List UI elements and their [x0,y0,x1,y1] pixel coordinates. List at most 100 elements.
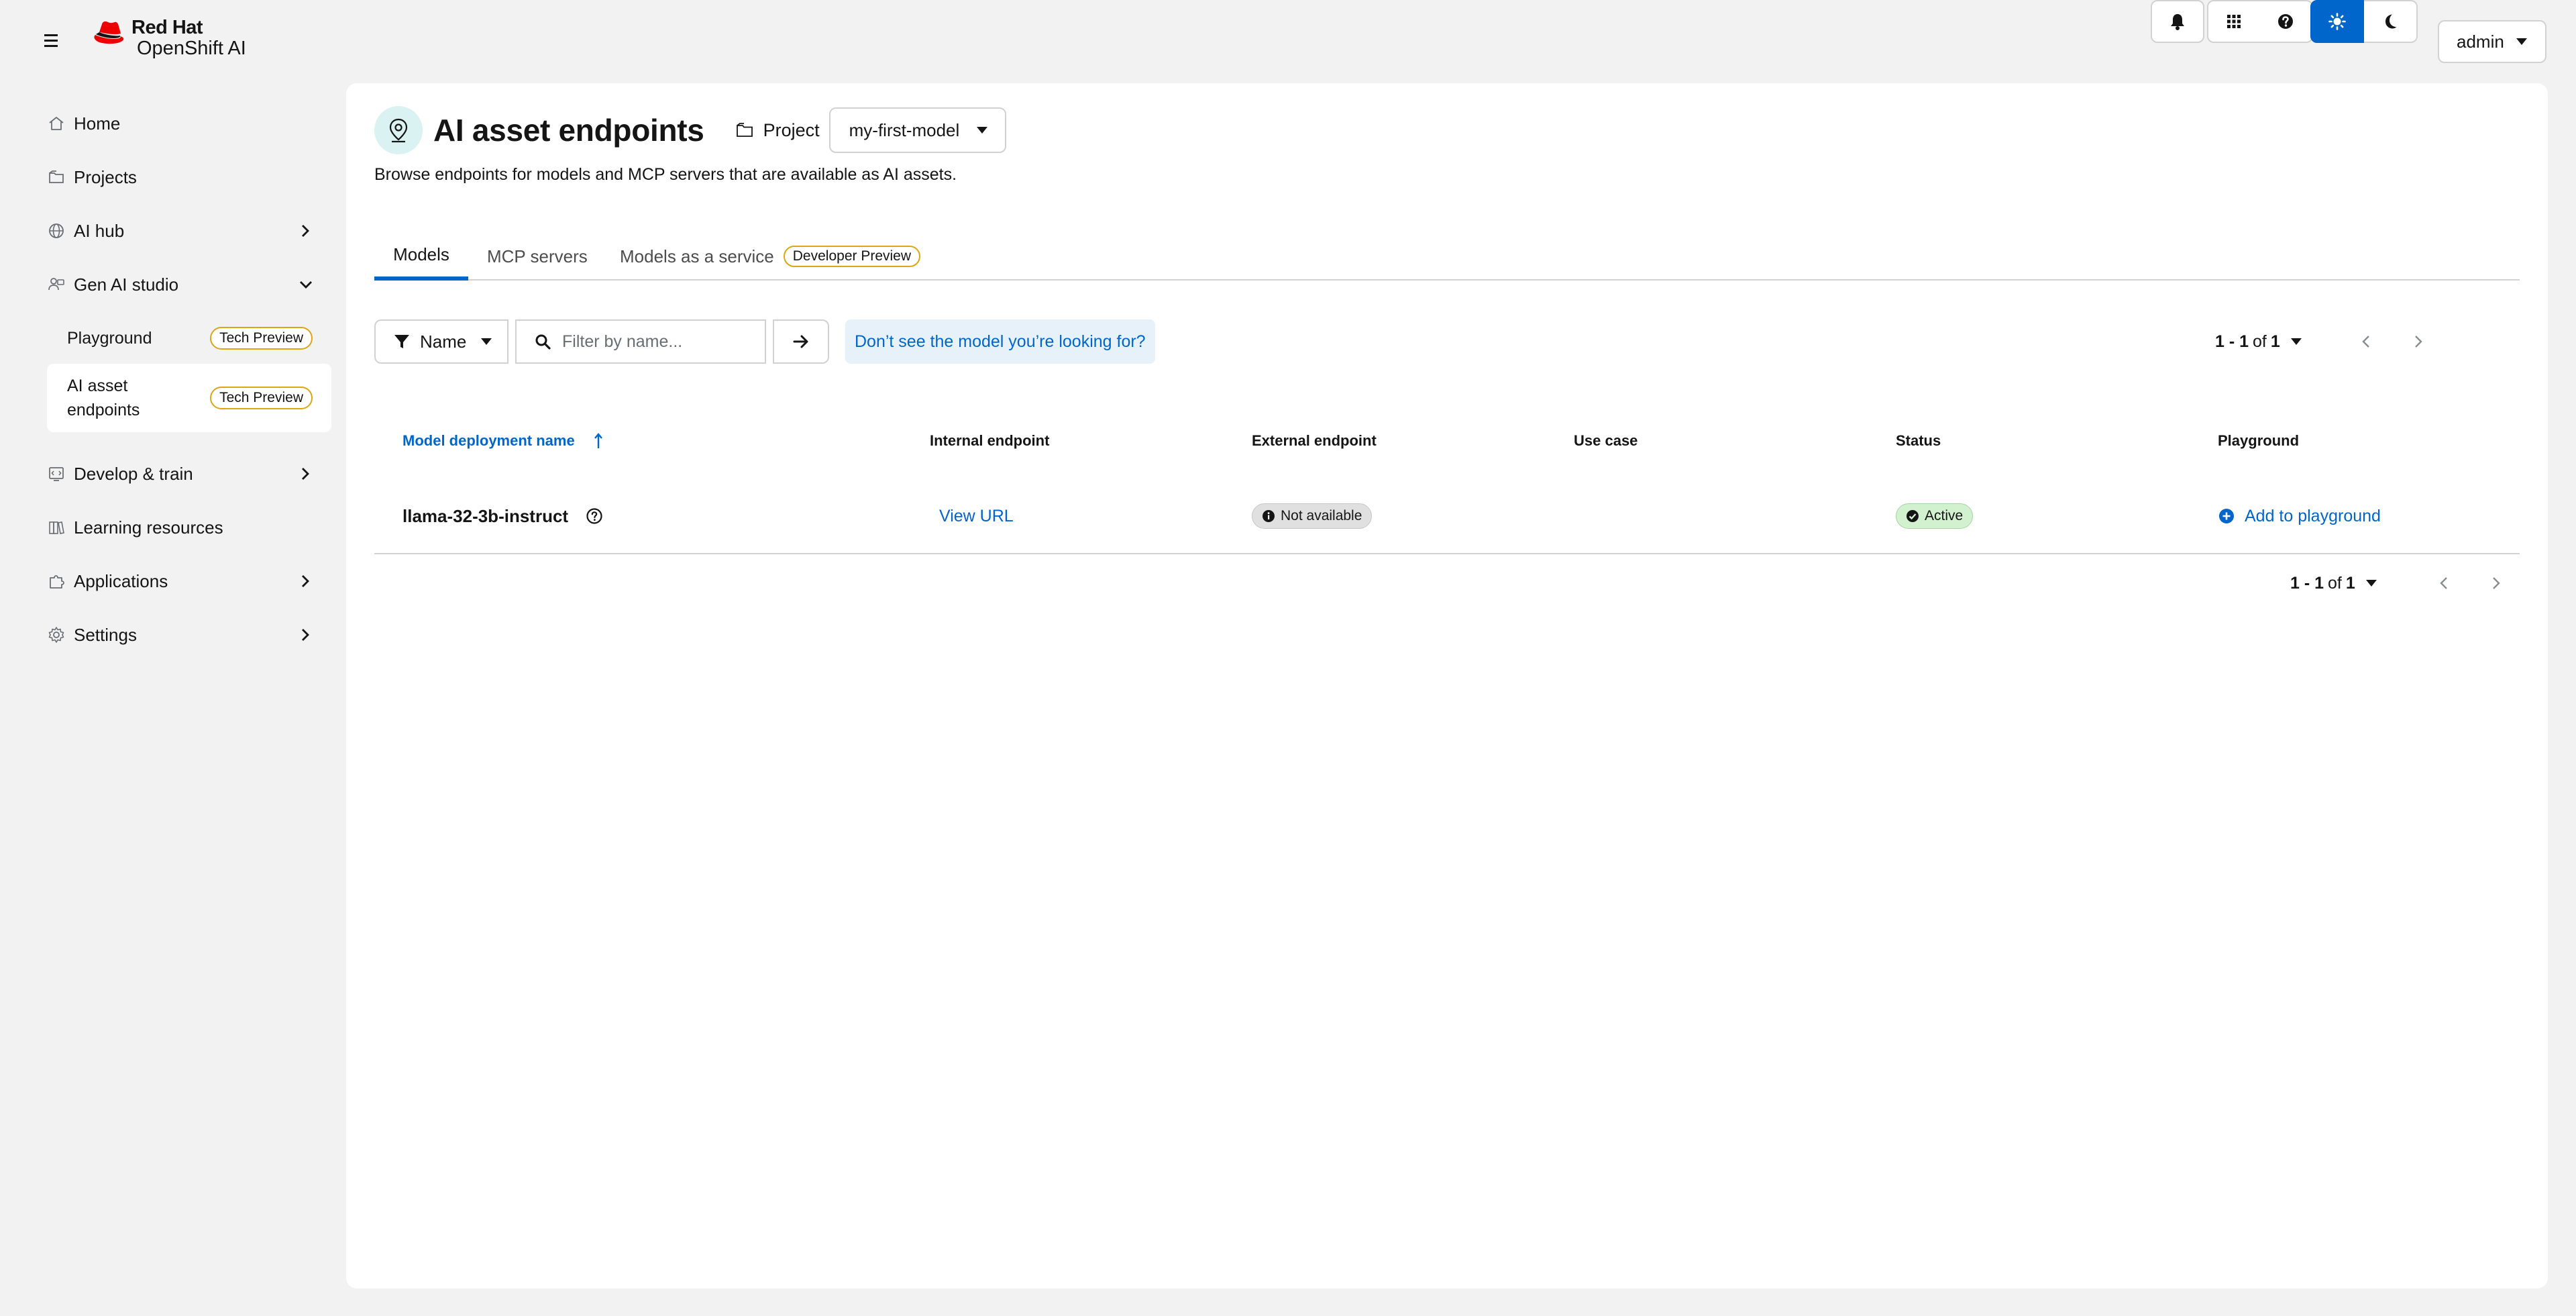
red-hat-logo-icon [94,21,124,44]
page-description: Browse endpoints for models and MCP serv… [374,165,957,184]
column-header-external-endpoint: External endpoint [1252,432,1377,449]
cell-status: Active [1896,478,1974,554]
masthead: Red Hat OpenShift AI admin [0,0,2576,82]
sidebar-item-develop-train[interactable]: Develop & train [47,454,318,494]
arrow-right-icon [793,335,808,348]
search-field[interactable] [515,319,766,364]
user-menu-dropdown[interactable]: admin [2438,20,2546,63]
pagination-bottom: 1 - 1 of 1 [2290,561,2518,605]
chevron-right-icon [302,468,309,480]
pagination-range: 1 - 1 [2215,332,2249,351]
pagination-total: 1 [2345,573,2355,593]
gear-icon [48,627,64,643]
page-icon [374,106,423,154]
search-input[interactable] [562,332,763,352]
home-icon [49,117,64,130]
cell-external-endpoint: Not available [1252,478,1373,554]
project-selector[interactable]: my-first-model [828,107,1006,153]
puzzle-icon [50,575,64,589]
filter-attribute-dropdown[interactable]: Name [374,319,508,364]
sidebar-item-gen-ai-studio[interactable]: Gen AI studio [47,264,318,305]
project-label: Project [763,119,820,140]
sidebar-item-learning-resources[interactable]: Learning resources [47,507,318,548]
missing-model-help-link[interactable]: Don’t see the model you’re looking for? [845,319,1155,364]
brand-logo[interactable]: Red Hat OpenShift AI [90,17,246,59]
sidebar-item-ai-hub[interactable]: AI hub [47,211,318,251]
notifications-button[interactable] [2151,0,2204,43]
table-header: Model deployment name Internal endpoint … [374,403,2520,478]
pagination-prev-button[interactable] [2434,573,2454,593]
tab-models[interactable]: Models [374,232,468,281]
app-launcher-button[interactable] [2207,0,2261,43]
add-to-playground-button[interactable]: Add to playground [2218,507,2381,526]
caret-down-icon [977,127,988,134]
studio-icon [48,278,64,291]
column-header-internal-endpoint: Internal endpoint [930,432,1050,449]
cell-internal-endpoint: View URL [939,478,1014,554]
sidebar-item-label: Home [74,113,121,134]
main-content: AI asset endpoints Project my-first-mode… [346,83,2548,1288]
sidebar-item-projects[interactable]: Projects [47,157,318,197]
caret-down-icon [481,338,492,345]
sidebar-item-label: Learning resources [74,517,223,538]
column-header-label: Model deployment name [402,432,575,449]
info-circle-icon [1263,510,1275,522]
plus-circle-icon [2219,509,2234,523]
sidebar-item-label: AI hub [74,220,125,241]
sidebar-item-applications[interactable]: Applications [47,561,318,601]
pagination-total: 1 [2270,332,2280,351]
light-theme-toggle[interactable] [2310,0,2364,43]
chevron-right-icon [2493,577,2500,589]
tech-preview-badge: Tech Preview [210,387,313,409]
chevron-left-icon [2440,577,2447,589]
column-header-status: Status [1896,432,1941,449]
brand-name: Red Hat [131,17,203,38]
project-selected-value: my-first-model [849,119,960,140]
view-url-link[interactable]: View URL [939,507,1014,526]
status-text: Active [1925,508,1964,523]
page-header: AI asset endpoints Project my-first-mode… [374,106,1006,154]
user-name: admin [2457,31,2504,52]
sidebar-item-label: Gen AI studio [74,274,179,295]
chevron-left-icon [2362,336,2369,348]
pagination-prev-button[interactable] [2356,332,2376,352]
developer-preview-badge: Developer Preview [783,246,921,267]
help-button[interactable] [2259,0,2313,43]
tab-label: MCP servers [487,246,588,266]
sidebar-item-settings[interactable]: Settings [47,615,318,655]
add-to-playground-label: Add to playground [2245,506,2381,525]
question-circle-icon[interactable] [586,507,603,525]
sidebar-item-home[interactable]: Home [47,103,318,144]
tab-label: Models as a service [620,246,774,266]
pagination-range: 1 - 1 [2290,573,2324,593]
per-page-caret-down-icon[interactable] [2365,580,2377,587]
pagination-next-button[interactable] [2408,332,2428,352]
search-submit-button[interactable] [773,319,829,364]
code-icon [49,467,64,481]
globe-icon [49,223,64,238]
dark-theme-toggle[interactable] [2364,0,2418,43]
sidebar-item-ai-asset-endpoints[interactable]: AI asset endpoints Tech Preview [47,364,331,432]
page-title: AI asset endpoints [433,113,704,148]
per-page-caret-down-icon[interactable] [2290,338,2302,345]
pagination-next-button[interactable] [2486,573,2506,593]
chevron-down-icon [300,281,312,289]
tab-models-as-a-service[interactable]: Models as a service Developer Preview [620,232,921,281]
search-icon [535,334,551,350]
folder-icon [49,170,64,183]
book-icon [49,521,64,534]
sidebar-item-label: Develop & train [74,463,193,484]
sidebar-item-playground[interactable]: Playground Tech Preview [47,317,331,360]
check-circle-icon [1907,510,1919,522]
pagination-top: 1 - 1 of 1 [2215,319,2497,364]
tab-mcp-servers[interactable]: MCP servers [487,232,588,281]
product-name: OpenShift AI [137,38,246,59]
sidebar-item-label: Playground [67,329,152,348]
filter-icon [394,335,409,348]
sun-icon [2328,13,2346,30]
not-available-label: Not available [1252,503,1373,529]
cell-playground: Add to playground [2218,478,2381,554]
column-header-use-case: Use case [1574,432,1638,449]
hamburger-menu-icon[interactable] [38,27,64,54]
column-header-model-deployment-name[interactable]: Model deployment name [402,432,603,450]
